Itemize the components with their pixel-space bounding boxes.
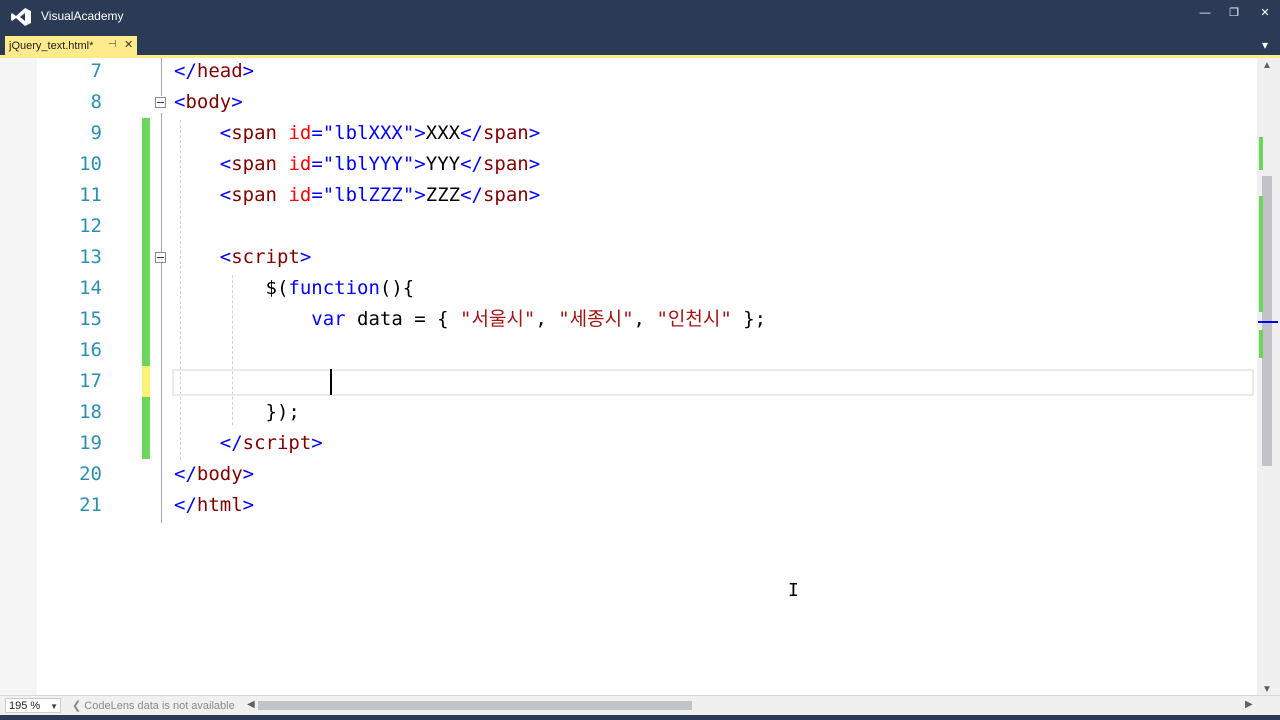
line-number: 15 <box>79 308 102 330</box>
code-line-20: 20 </body> <box>0 459 1257 490</box>
line-number: 8 <box>90 91 102 113</box>
chevron-down-icon: ▼ <box>50 702 58 711</box>
line-number: 19 <box>79 432 102 454</box>
code-line-11: 11 <span id="lblZZZ">ZZZ</span> <box>0 180 1257 211</box>
code-line-21: 21 </html> <box>0 490 1257 521</box>
close-tab-icon[interactable]: ✕ <box>124 38 133 51</box>
scroll-left-icon[interactable]: ◀ <box>247 699 255 710</box>
horizontal-scroll-thumb[interactable] <box>258 701 692 710</box>
change-marker <box>142 180 150 211</box>
zoom-dropdown[interactable]: 195 % ▼ <box>5 698 61 713</box>
code-line-10: 10 <span id="lblYYY">YYY</span> <box>0 149 1257 180</box>
code-line-14: 14 $(function(){ <box>0 273 1257 304</box>
visual-studio-logo-icon <box>11 8 31 26</box>
change-marker <box>142 118 150 149</box>
line-number: 17 <box>79 370 102 392</box>
editor-bottom-bar: 195 % ▼ ❮ CodeLens data is not available… <box>0 695 1280 716</box>
codelens-status: ❮ CodeLens data is not available <box>72 700 235 712</box>
code-line-17: 17 <box>0 366 1257 397</box>
line-number: 13 <box>79 246 102 268</box>
change-marker <box>142 428 150 459</box>
line-number: 9 <box>90 122 102 144</box>
collapse-icon[interactable] <box>155 97 166 108</box>
tab-label: jQuery_text.html* <box>9 40 94 52</box>
ibeam-cursor-icon: I <box>788 580 799 601</box>
code-line-7: 7 </head> <box>0 56 1257 87</box>
code-line-15: 15 var data = { "서울시", "세종시", "인천시" }; <box>0 304 1257 335</box>
title-bar: VisualAcademy — ❐ ✕ <box>0 0 1280 34</box>
scrollbar-change-marker <box>1259 137 1263 170</box>
scroll-right-icon[interactable]: ▶ <box>1245 699 1253 710</box>
restore-icon[interactable]: ❐ <box>1225 5 1243 21</box>
codelens-icon: ❮ <box>72 700 85 712</box>
collapse-icon[interactable] <box>155 252 166 263</box>
line-number: 18 <box>79 401 102 423</box>
code-line-9: 9 <span id="lblXXX">XXX</span> <box>0 118 1257 149</box>
window-title: VisualAcademy <box>41 9 124 23</box>
line-number: 7 <box>90 60 102 82</box>
scrollbar-change-marker <box>1259 196 1263 312</box>
code-line-18: 18 }); <box>0 397 1257 428</box>
change-marker <box>142 242 150 273</box>
scrollbar-change-marker <box>1259 330 1263 358</box>
change-marker <box>142 211 150 242</box>
line-number: 12 <box>79 215 102 237</box>
code-line-8: 8 <body> <box>0 87 1257 118</box>
line-number: 21 <box>79 494 102 516</box>
unsaved-change-marker <box>142 366 150 397</box>
code-line-12: 12 <box>0 211 1257 242</box>
code-line-16: 16 <box>0 335 1257 366</box>
code-line-13: 13 <script> <box>0 242 1257 273</box>
line-number: 16 <box>79 339 102 361</box>
minimize-icon[interactable]: — <box>1196 5 1214 21</box>
pin-icon[interactable]: ⊣ <box>108 39 117 50</box>
scroll-down-icon[interactable]: ▼ <box>1262 684 1272 695</box>
close-window-icon[interactable]: ✕ <box>1256 5 1274 21</box>
line-number: 14 <box>79 277 102 299</box>
scroll-up-icon[interactable]: ▲ <box>1262 60 1272 71</box>
change-marker <box>142 304 150 335</box>
change-marker <box>142 273 150 304</box>
line-number: 20 <box>79 463 102 485</box>
code-line-19: 19 </script> <box>0 428 1257 459</box>
change-marker <box>142 335 150 366</box>
text-caret <box>330 369 332 395</box>
zoom-value: 195 % <box>9 700 41 712</box>
line-number: 10 <box>79 153 102 175</box>
tab-dropdown-icon[interactable]: ▾ <box>1262 38 1268 52</box>
tab-jquery-text-html[interactable]: jQuery_text.html* ⊣ ✕ <box>5 36 137 56</box>
code-editor[interactable]: 7 </head> 8 <body> 9 <span id="lblXXX">X… <box>0 58 1257 695</box>
line-number: 11 <box>79 184 102 206</box>
change-marker <box>142 149 150 180</box>
change-marker <box>142 397 150 428</box>
scrollbar-caret-marker <box>1258 321 1278 323</box>
window-bottom-edge <box>0 715 1280 720</box>
